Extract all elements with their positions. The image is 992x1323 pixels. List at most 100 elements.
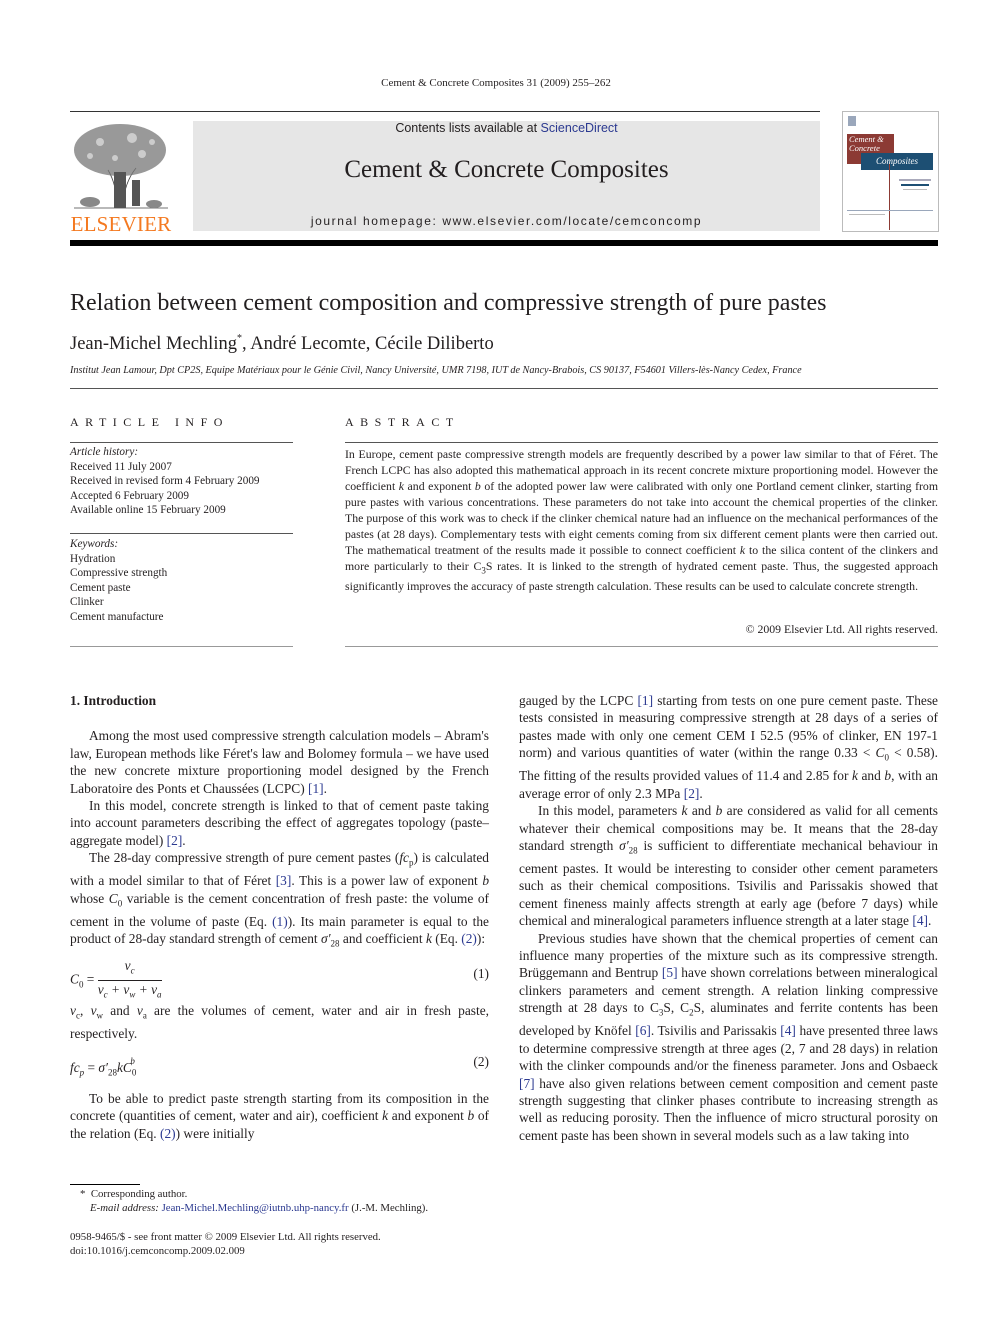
history-item: Accepted 6 February 2009 — [70, 489, 189, 502]
abstract-heading: ABSTRACT — [345, 415, 460, 429]
history-item: Available online 15 February 2009 — [70, 504, 226, 517]
eq-denominator: vc + vw + va — [97, 982, 162, 1001]
article-history: Article history: Received 11 July 2007 R… — [70, 445, 260, 518]
cover-subtitle-block: Composites — [861, 153, 933, 170]
cover-decoration — [847, 210, 933, 211]
article-info-rule — [70, 442, 293, 443]
author-list: Jean-Michel Mechling*, André Lecomte, Cé… — [70, 333, 494, 355]
symbol-sigma28: σ′ — [321, 931, 331, 947]
subscript: 28 — [330, 938, 340, 949]
abstract-rule — [345, 646, 938, 647]
corresponding-author-note: * Corresponding author. — [80, 1187, 428, 1201]
eq-fraction: vc vc + vw + va — [97, 957, 162, 1004]
text: . Tsivilis and Parissakis — [650, 1023, 781, 1039]
paragraph: In this model, parameters k and b are co… — [519, 803, 939, 929]
cover-decoration — [901, 184, 929, 186]
equation-number: (2) — [473, 1053, 489, 1069]
symbol-fc: fc — [399, 850, 409, 866]
citation-link[interactable]: [4] — [912, 913, 928, 928]
eq-numerator: vc — [97, 957, 162, 982]
journal-homepage: journal homepage: www.elsevier.com/locat… — [193, 214, 820, 228]
journal-cover-thumbnail[interactable]: Cement & Concrete Composites — [842, 111, 939, 232]
text: (J.-M. Mechling). — [348, 1202, 429, 1214]
citation-link[interactable]: [2] — [167, 833, 183, 848]
symbol-c0: C — [108, 890, 118, 906]
author-separator: , — [241, 334, 251, 354]
author-name[interactable]: Cécile Diliberto — [375, 334, 494, 354]
citation-link[interactable]: [7] — [519, 1076, 535, 1091]
equation-link[interactable]: (2) — [160, 1126, 176, 1141]
keyword-item: Compressive strength — [70, 567, 168, 580]
email-link[interactable]: Jean-Michel.Mechling@iutnb.uhp-nancy.fr — [162, 1202, 349, 1214]
paragraph: Previous studies have shown that the che… — [519, 930, 939, 1143]
article-info-heading: ARTICLE INFO — [70, 415, 229, 429]
keyword-item: Hydration — [70, 552, 116, 565]
keyword-item: Cement manufacture — [70, 610, 164, 623]
equation-link[interactable]: (2) — [461, 931, 477, 946]
author-affiliation: Institut Jean Lamour, Dpt CP2S, Equipe M… — [70, 365, 802, 376]
citation-link[interactable]: [6] — [635, 1023, 651, 1038]
footnote-mark: * — [80, 1188, 86, 1200]
elsevier-wordmark: ELSEVIER — [70, 212, 172, 236]
citation-link[interactable]: [1] — [637, 693, 653, 708]
body-column-right: gauged by the LCPC [1] starting from tes… — [519, 692, 938, 1144]
running-head: Cement & Concrete Composites 31 (2009) 2… — [381, 77, 611, 89]
footnote-rule — [70, 1184, 140, 1185]
contents-prefix: Contents lists available at — [395, 121, 541, 135]
text: and — [857, 768, 885, 784]
article-info-rule — [70, 646, 293, 647]
equation-number: (1) — [473, 966, 489, 982]
citation-link[interactable]: [3] — [276, 873, 292, 888]
header-rule — [70, 111, 820, 112]
text: have also given relations between cement… — [519, 1075, 938, 1143]
eq-lhs: C — [70, 971, 79, 987]
abstract-rule — [345, 442, 938, 443]
author-name[interactable]: André Lecomte — [250, 334, 366, 354]
text: In this model, parameters — [538, 803, 682, 819]
text: and coefficient — [339, 931, 426, 947]
body-column-left: 1. Introduction Among the most used comp… — [70, 692, 489, 1142]
homepage-label: journal homepage: — [310, 214, 443, 228]
subscript: 0 — [78, 979, 84, 990]
eq-lhs: fc — [70, 1059, 80, 1075]
citation-link[interactable]: [2] — [684, 786, 700, 801]
homepage-link[interactable]: www.elsevier.com/locate/cemconcomp — [442, 214, 702, 228]
citation-link[interactable]: [5] — [662, 965, 678, 980]
text: and — [687, 803, 716, 819]
article-info-rule — [70, 533, 293, 534]
text: The 28-day compressive strength of pure … — [89, 850, 400, 866]
affiliation-rule — [70, 388, 938, 389]
history-item: Received 11 July 2007 — [70, 460, 172, 473]
issn-line: 0958-9465/$ - see front matter © 2009 El… — [70, 1231, 381, 1243]
text: Corresponding author. — [90, 1188, 188, 1200]
text: . — [323, 780, 328, 796]
abstract-text: In Europe, cement paste compressive stre… — [345, 446, 938, 594]
cover-title-line2: Concrete — [849, 143, 880, 153]
text: ): — [476, 931, 486, 947]
journal-name: Cement & Concrete Composites — [344, 156, 669, 183]
text: . This is a power law of exponent — [291, 873, 483, 889]
email-label: E-mail address: — [90, 1202, 159, 1214]
front-matter: 0958-9465/$ - see front matter © 2009 El… — [70, 1230, 381, 1258]
citation-link[interactable]: [1] — [308, 781, 324, 796]
contents-line: Contents lists available at ScienceDirec… — [193, 121, 820, 135]
equation-2: fcp = σ′28kC0b (2) — [70, 1053, 489, 1078]
cover-decoration — [889, 164, 890, 230]
text: ) were initially — [175, 1125, 255, 1141]
paragraph: vc, vw and va are the volumes of cement,… — [70, 1003, 490, 1042]
citation-link[interactable]: [4] — [780, 1023, 796, 1038]
doi-line[interactable]: doi:10.1016/j.cemconcomp.2009.02.009 — [70, 1244, 381, 1258]
abstract-copyright: © 2009 Elsevier Ltd. All rights reserved… — [745, 622, 938, 636]
equation-link[interactable]: (1) — [272, 914, 288, 929]
cover-decoration — [899, 179, 931, 181]
equation-1: C0 = vc vc + vw + va (1) — [70, 957, 489, 1000]
history-label: Article history: — [70, 446, 139, 458]
keywords-label: Keywords: — [70, 538, 119, 550]
paragraph: gauged by the LCPC [1] starting from tes… — [519, 693, 938, 801]
sciencedirect-link[interactable]: ScienceDirect — [541, 121, 618, 135]
text: S, C — [663, 1000, 690, 1016]
cover-logo-icon — [848, 116, 856, 126]
author-name[interactable]: Jean-Michel Mechling — [70, 334, 237, 354]
paragraph: In this model, concrete strength is link… — [70, 797, 489, 849]
author-separator: , — [365, 334, 376, 354]
